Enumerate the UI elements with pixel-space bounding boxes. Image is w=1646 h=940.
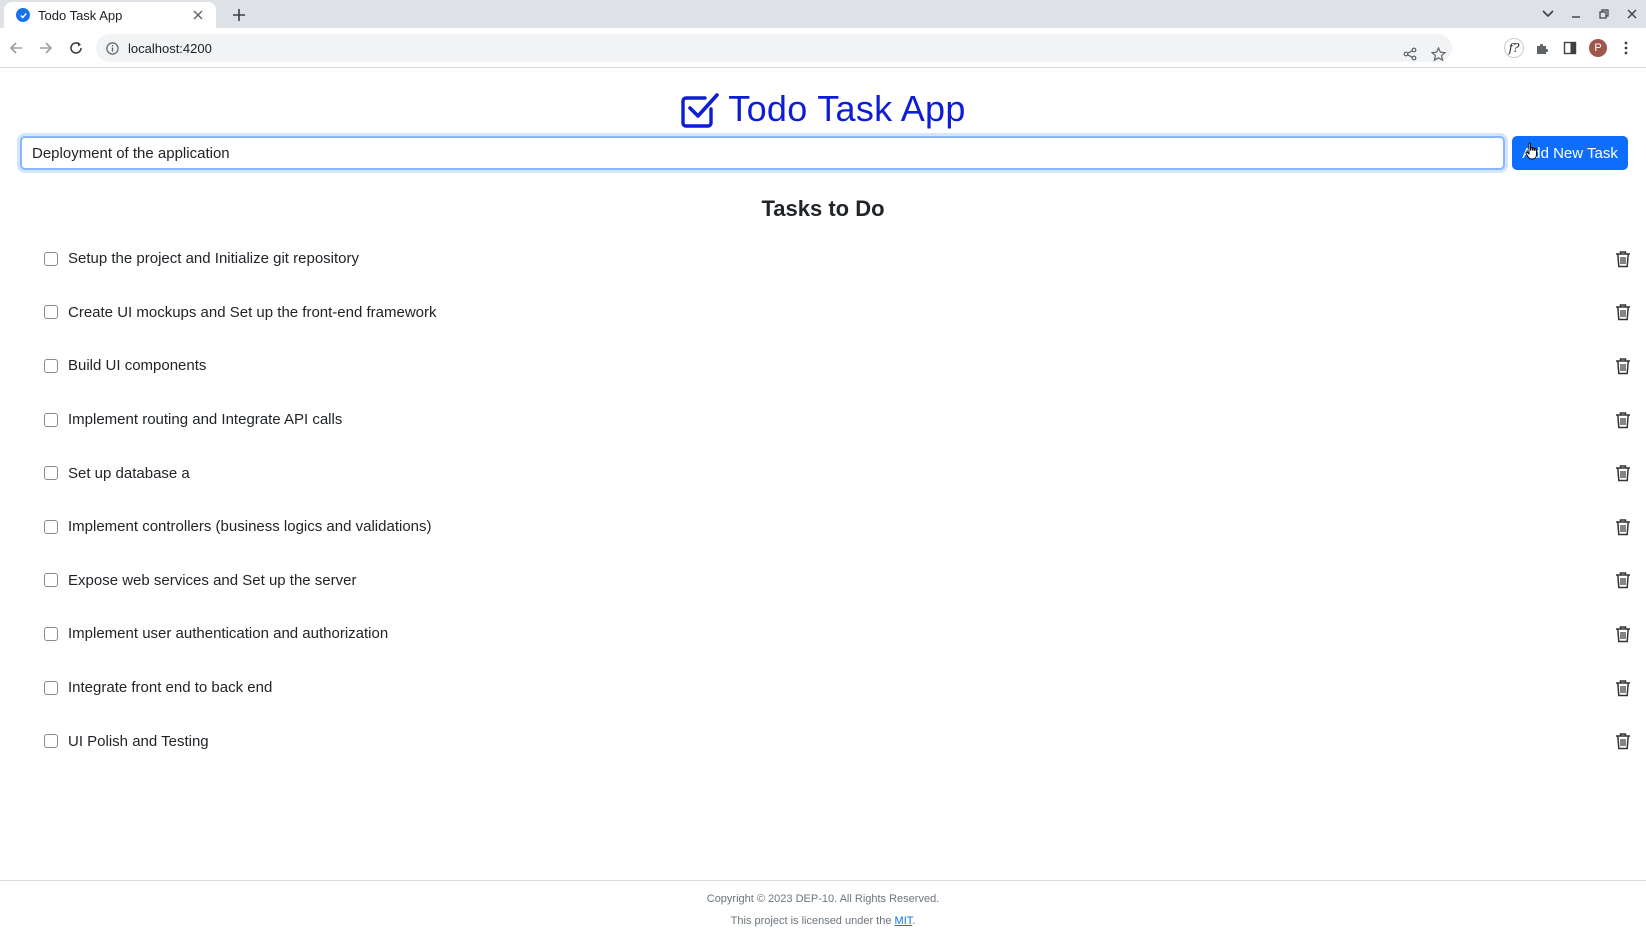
- license-suffix: .: [912, 915, 916, 927]
- trash-icon[interactable]: [1612, 301, 1634, 323]
- license-prefix: This project is licensed under the: [730, 915, 892, 927]
- profile-avatar[interactable]: P: [1584, 34, 1612, 62]
- task-text: Expose web services and Set up the serve…: [68, 571, 357, 589]
- tab-title: Todo Task App: [38, 7, 123, 23]
- address-bar[interactable]: localhost:4200: [96, 34, 1452, 62]
- app-favicon-icon: [16, 8, 30, 22]
- task-text: Create UI mockups and Set up the front-e…: [68, 303, 437, 321]
- task-checkbox[interactable]: [44, 305, 58, 320]
- task-item: Setup the project and Initialize git rep…: [44, 232, 1634, 286]
- app-title: Todo Task App: [728, 88, 966, 129]
- task-checkbox[interactable]: [44, 519, 58, 534]
- task-text: Setup the project and Initialize git rep…: [68, 250, 359, 268]
- task-item: Expose web services and Set up the serve…: [44, 554, 1634, 608]
- side-panel-icon[interactable]: [1556, 34, 1584, 62]
- task-item: Set up database a: [44, 446, 1634, 500]
- task-item: UI Polish and Testing: [44, 714, 1634, 768]
- task-text: UI Polish and Testing: [68, 732, 209, 750]
- bookmark-star-icon[interactable]: [1424, 40, 1452, 68]
- task-item: Create UI mockups and Set up the front-e…: [44, 286, 1634, 340]
- trash-icon[interactable]: [1612, 462, 1634, 484]
- close-window-icon[interactable]: [1618, 0, 1646, 28]
- trash-icon[interactable]: [1612, 569, 1634, 591]
- share-icon[interactable]: [1396, 40, 1424, 68]
- trash-icon[interactable]: [1612, 730, 1634, 752]
- task-form: Add New Task: [20, 136, 1628, 170]
- task-text: Build UI components: [68, 357, 207, 375]
- task-list: Setup the project and Initialize git rep…: [44, 232, 1634, 768]
- task-item: Implement controllers (business logics a…: [44, 500, 1634, 554]
- browser-tab[interactable]: Todo Task App: [4, 2, 216, 28]
- task-checkbox[interactable]: [44, 573, 58, 588]
- forward-icon[interactable]: [32, 34, 60, 62]
- new-tab-icon[interactable]: [228, 4, 250, 26]
- task-text: Implement user authentication and author…: [68, 625, 389, 643]
- task-checkbox[interactable]: [44, 466, 58, 481]
- task-checkbox[interactable]: [44, 626, 58, 641]
- tab-close-icon[interactable]: [190, 7, 206, 23]
- license-text: This project is licensed under the MIT.: [0, 915, 1646, 927]
- task-item: Implement routing and Integrate API call…: [44, 393, 1634, 447]
- browser-toolbar: localhost:4200: [0, 28, 1646, 68]
- trash-icon[interactable]: [1612, 516, 1634, 538]
- task-item: Integrate front end to back end: [44, 661, 1634, 715]
- task-item: Implement user authentication and author…: [44, 607, 1634, 661]
- browser-tabstrip: Todo Task App: [0, 0, 1646, 28]
- trash-icon[interactable]: [1612, 677, 1634, 699]
- extensions-puzzle-icon[interactable]: [1528, 34, 1556, 62]
- copyright-text: Copyright © 2023 DEP-10. All Rights Rese…: [706, 893, 940, 905]
- task-text: Set up database a: [68, 464, 190, 482]
- trash-icon[interactable]: [1612, 409, 1634, 431]
- task-checkbox[interactable]: [44, 412, 58, 427]
- task-checkbox[interactable]: [44, 251, 58, 266]
- trash-icon[interactable]: [1612, 355, 1634, 377]
- task-checkbox[interactable]: [44, 680, 58, 695]
- page: Todo Task App Add New Task Tasks to Do S…: [0, 68, 1646, 940]
- new-task-input[interactable]: [20, 136, 1506, 170]
- minimize-icon[interactable]: [1562, 0, 1590, 28]
- tab-search-chevron-icon[interactable]: [1534, 0, 1562, 28]
- reload-icon[interactable]: [62, 34, 90, 62]
- trash-icon[interactable]: [1612, 623, 1634, 645]
- task-item: Build UI components: [44, 339, 1634, 393]
- task-text: Integrate front end to back end: [68, 679, 273, 697]
- formula-extension-icon[interactable]: f?: [1500, 34, 1528, 62]
- task-checkbox[interactable]: [44, 358, 58, 373]
- site-info-icon[interactable]: [104, 40, 120, 56]
- task-checkbox[interactable]: [44, 734, 58, 749]
- mouse-cursor-icon: [1525, 142, 1537, 160]
- browser-menu-icon[interactable]: [1612, 34, 1640, 62]
- url-text: localhost:4200: [128, 40, 212, 56]
- mit-license-link[interactable]: MIT: [895, 915, 913, 927]
- task-text: Implement routing and Integrate API call…: [68, 411, 343, 429]
- tasks-heading: Tasks to Do: [761, 196, 885, 221]
- trash-icon[interactable]: [1612, 248, 1634, 270]
- footer: Copyright © 2023 DEP-10. All Rights Rese…: [0, 880, 1646, 940]
- back-icon[interactable]: [2, 34, 30, 62]
- app-header: Todo Task App: [0, 84, 1646, 134]
- task-text: Implement controllers (business logics a…: [68, 518, 432, 536]
- check-square-icon: [681, 93, 720, 128]
- restore-icon[interactable]: [1590, 0, 1618, 28]
